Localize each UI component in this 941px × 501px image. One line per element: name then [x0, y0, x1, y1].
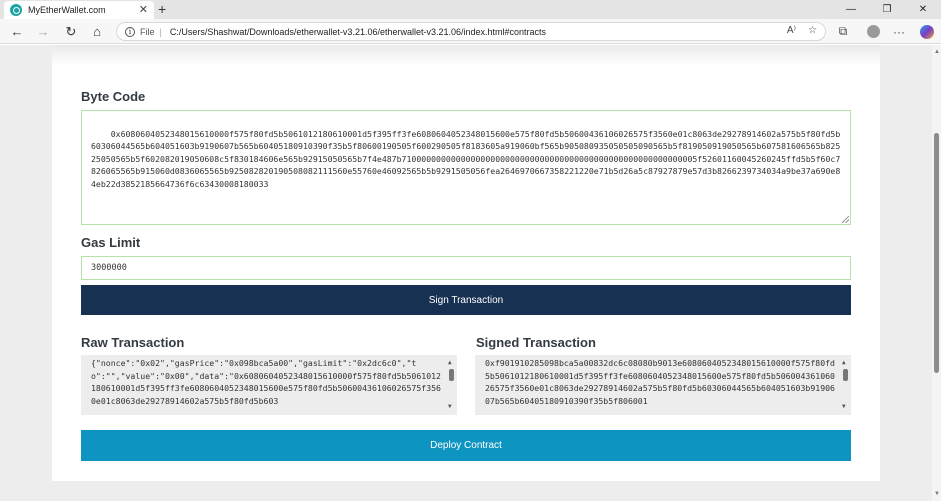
extensions-icon[interactable]: ⧉ — [834, 23, 852, 40]
gas-limit-value: 3000000 — [91, 263, 127, 273]
avatar — [866, 25, 880, 38]
address-scheme-label: File — [140, 26, 155, 37]
scroll-up-arrow-icon[interactable]: ▲ — [842, 357, 846, 370]
scroll-up-arrow-icon[interactable]: ▲ — [448, 357, 452, 370]
scroll-thumb[interactable] — [449, 369, 454, 381]
bytecode-value: 0x6080604052348015610000f575f80fd5b50610… — [91, 128, 841, 189]
back-button[interactable]: ← — [8, 23, 26, 40]
address-url[interactable]: C:/Users/Shashwat/Downloads/etherwallet-… — [170, 27, 546, 37]
read-aloud-icon[interactable]: A⁾ — [787, 25, 796, 36]
scroll-up-arrow-icon[interactable]: ▲ — [934, 49, 940, 55]
close-window-button[interactable]: ✕ — [905, 0, 941, 19]
home-button[interactable]: ⌂ — [88, 23, 106, 40]
minimize-button[interactable]: — — [833, 0, 869, 19]
card-top-shadow — [52, 45, 880, 65]
bytecode-label: Byte Code — [81, 89, 146, 104]
myetherwallet-favicon-icon — [10, 4, 22, 16]
raw-transaction-scrollbar[interactable]: ▲ ▼ — [447, 357, 456, 413]
raw-transaction-textarea[interactable]: {"nonce":"0x02","gasPrice":"0x098bca5a00… — [81, 355, 457, 415]
tab-strip: MyEtherWallet.com ✕ + — ❐ ✕ — [0, 0, 941, 19]
sign-transaction-button[interactable]: Sign Transaction — [81, 285, 851, 315]
copilot-icon — [920, 24, 934, 39]
page-viewport: Byte Code 0x6080604052348015610000f575f8… — [0, 45, 941, 501]
address-bar-actions: A⁾ ☆ — [787, 25, 817, 36]
bytecode-textarea[interactable]: 0x6080604052348015610000f575f80fd5b50610… — [81, 110, 851, 225]
page-scrollbar[interactable]: ▲ ▼ — [932, 45, 941, 501]
resize-grip-icon[interactable] — [842, 216, 849, 223]
gas-limit-input[interactable]: 3000000 — [81, 256, 851, 280]
signed-transaction-textarea[interactable]: 0xf901910285098bca5a00832dc6c08080b9013e… — [475, 355, 851, 415]
copilot-button[interactable] — [918, 23, 936, 40]
browser-toolbar: ← → ↻ ⌂ i File | C:/Users/Shashwat/Downl… — [0, 19, 941, 44]
browser-tab[interactable]: MyEtherWallet.com ✕ — [4, 1, 154, 19]
forward-button[interactable]: → — [34, 23, 52, 40]
new-tab-button[interactable]: + — [158, 2, 166, 16]
signed-transaction-scrollbar[interactable]: ▲ ▼ — [841, 357, 850, 413]
scroll-thumb[interactable] — [843, 369, 848, 381]
maximize-button[interactable]: ❐ — [869, 0, 905, 19]
window-controls: — ❐ ✕ — [833, 0, 941, 19]
signed-transaction-label: Signed Transaction — [476, 335, 596, 350]
address-separator: | — [159, 26, 162, 37]
info-icon[interactable]: i — [125, 26, 135, 37]
raw-transaction-value: {"nonce":"0x02","gasPrice":"0x098bca5a00… — [91, 358, 441, 406]
scroll-down-arrow-icon[interactable]: ▼ — [448, 401, 452, 414]
favorite-star-icon[interactable]: ☆ — [808, 25, 817, 36]
deploy-contract-button[interactable]: Deploy Contract — [81, 430, 851, 461]
scroll-down-arrow-icon[interactable]: ▼ — [842, 401, 846, 414]
page-scroll-thumb[interactable] — [934, 133, 939, 373]
signed-transaction-value: 0xf901910285098bca5a00832dc6c08080b9013e… — [485, 358, 835, 406]
address-bar[interactable]: i File | C:/Users/Shashwat/Downloads/eth… — [116, 22, 826, 41]
tab-close-icon[interactable]: ✕ — [139, 4, 148, 16]
reload-button[interactable]: ↻ — [62, 23, 80, 40]
profile-avatar[interactable] — [864, 23, 882, 40]
tab-title: MyEtherWallet.com — [28, 5, 106, 15]
raw-transaction-label: Raw Transaction — [81, 335, 185, 350]
gas-limit-label: Gas Limit — [81, 235, 141, 250]
scroll-down-arrow-icon[interactable]: ▼ — [934, 491, 940, 497]
more-menu-icon[interactable]: ··· — [890, 23, 908, 40]
